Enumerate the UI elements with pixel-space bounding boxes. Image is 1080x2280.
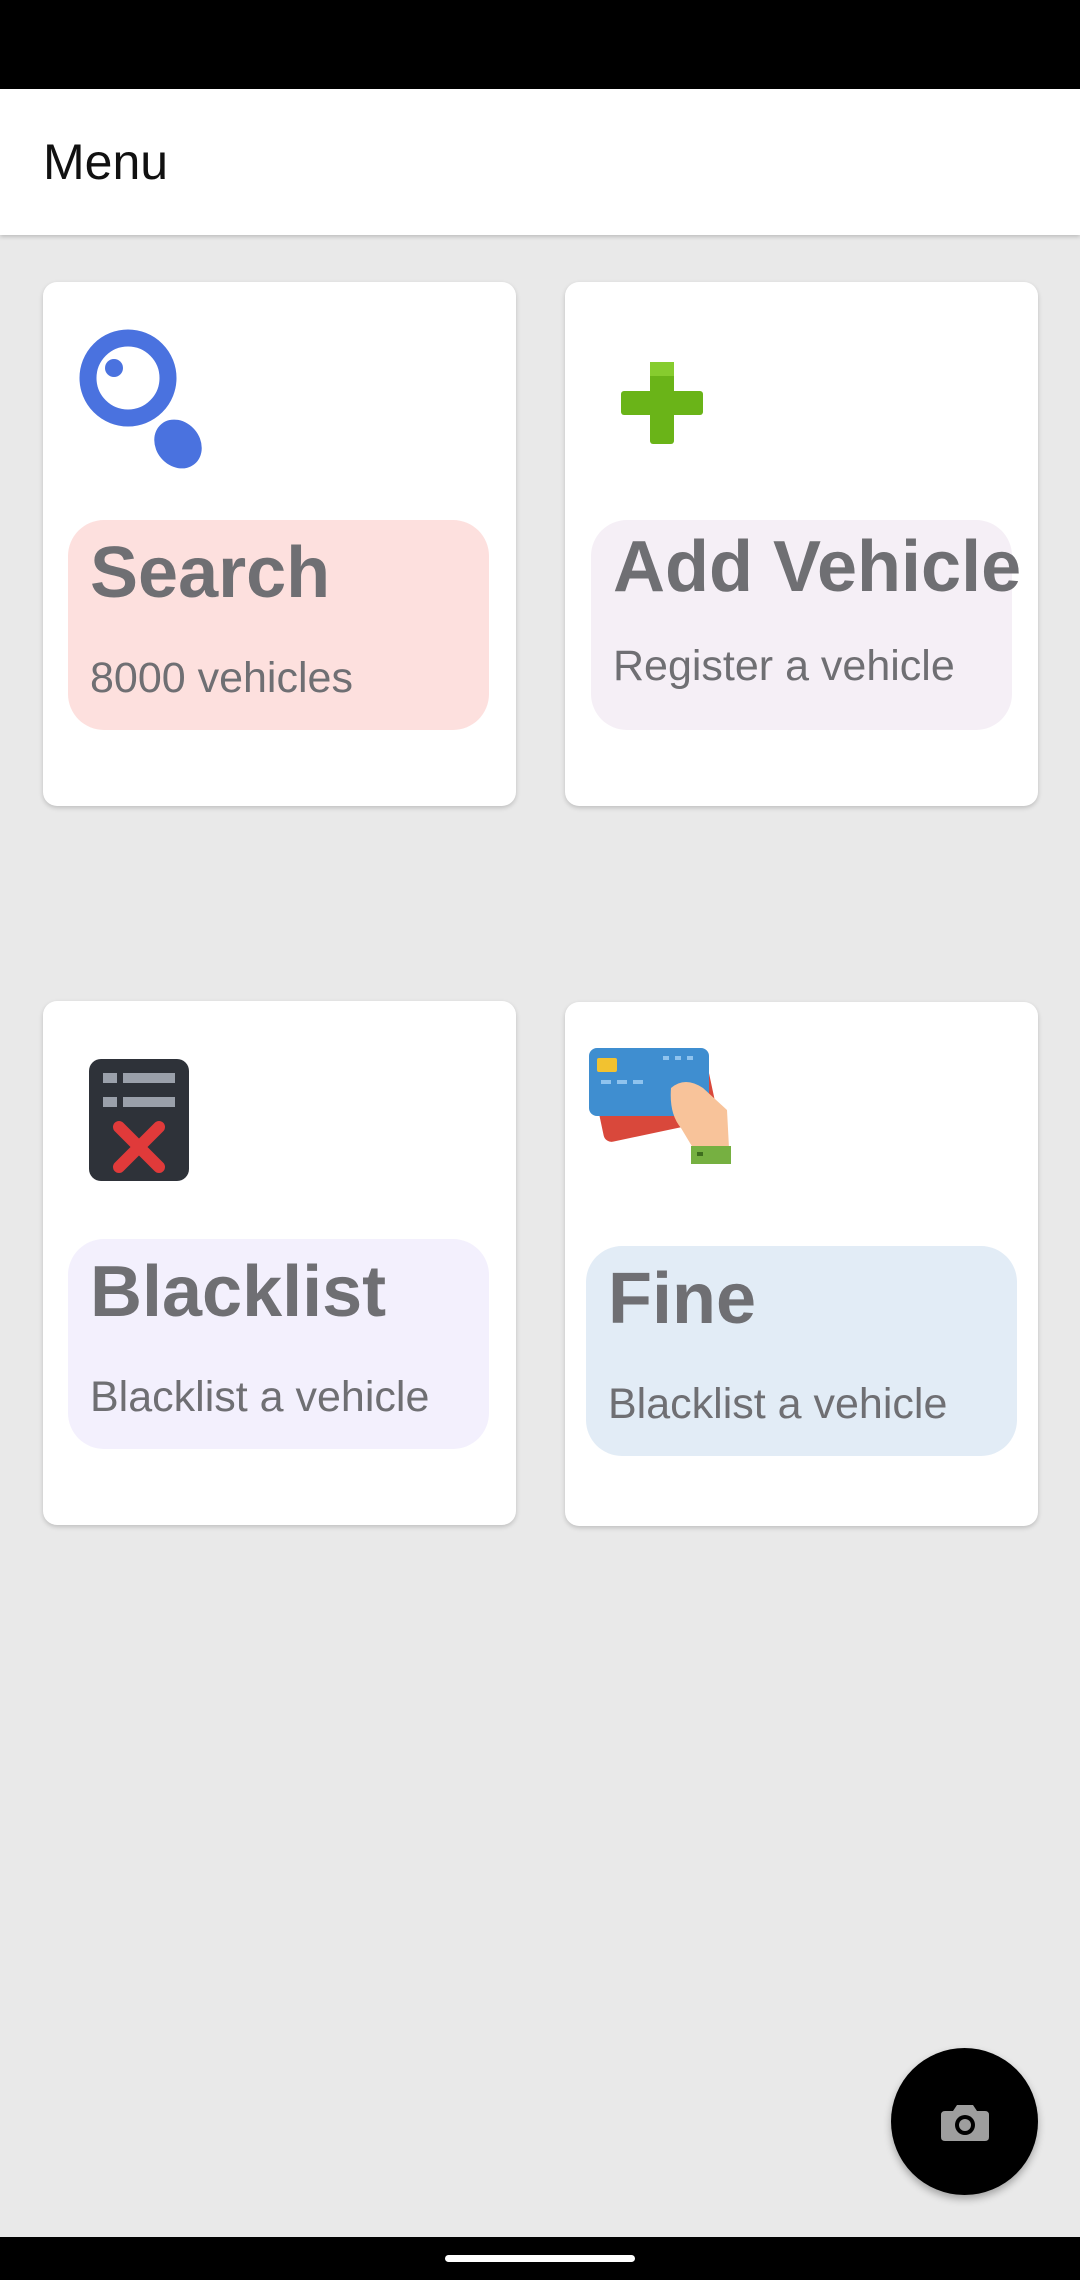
blacklist-card[interactable]: Blacklist Blacklist a vehicle (43, 1001, 516, 1525)
add-vehicle-card[interactable]: Add Vehicle Register a vehicle (565, 282, 1038, 806)
blacklist-chip: Blacklist Blacklist a vehicle (68, 1239, 489, 1449)
search-card[interactable]: Search 8000 vehicles (43, 282, 516, 806)
plus-icon (621, 362, 703, 444)
blacklist-title: Blacklist (90, 1252, 387, 1332)
add-vehicle-title: Add Vehicle (613, 527, 1022, 607)
credit-card-icon (589, 1048, 731, 1164)
blacklist-subtitle: Blacklist a vehicle (90, 1373, 430, 1421)
status-bar (0, 0, 1080, 89)
fine-subtitle: Blacklist a vehicle (608, 1380, 948, 1428)
add-vehicle-subtitle: Register a vehicle (613, 642, 955, 690)
camera-fab[interactable] (891, 2048, 1038, 2195)
fine-chip: Fine Blacklist a vehicle (586, 1246, 1017, 1456)
camera-icon (940, 2104, 989, 2141)
search-title: Search (90, 533, 331, 613)
home-handle[interactable] (445, 2255, 635, 2262)
app-bar: Menu (0, 89, 1080, 235)
fine-card[interactable]: Fine Blacklist a vehicle (565, 1002, 1038, 1526)
fine-title: Fine (608, 1259, 757, 1339)
blacklist-icon (89, 1059, 189, 1181)
navigation-bar (0, 2237, 1080, 2280)
search-chip: Search 8000 vehicles (68, 520, 489, 730)
add-vehicle-chip: Add Vehicle Register a vehicle (591, 520, 1021, 730)
search-subtitle: 8000 vehicles (90, 654, 353, 702)
page-title: Menu (43, 134, 169, 190)
magnifier-icon (79, 329, 202, 469)
